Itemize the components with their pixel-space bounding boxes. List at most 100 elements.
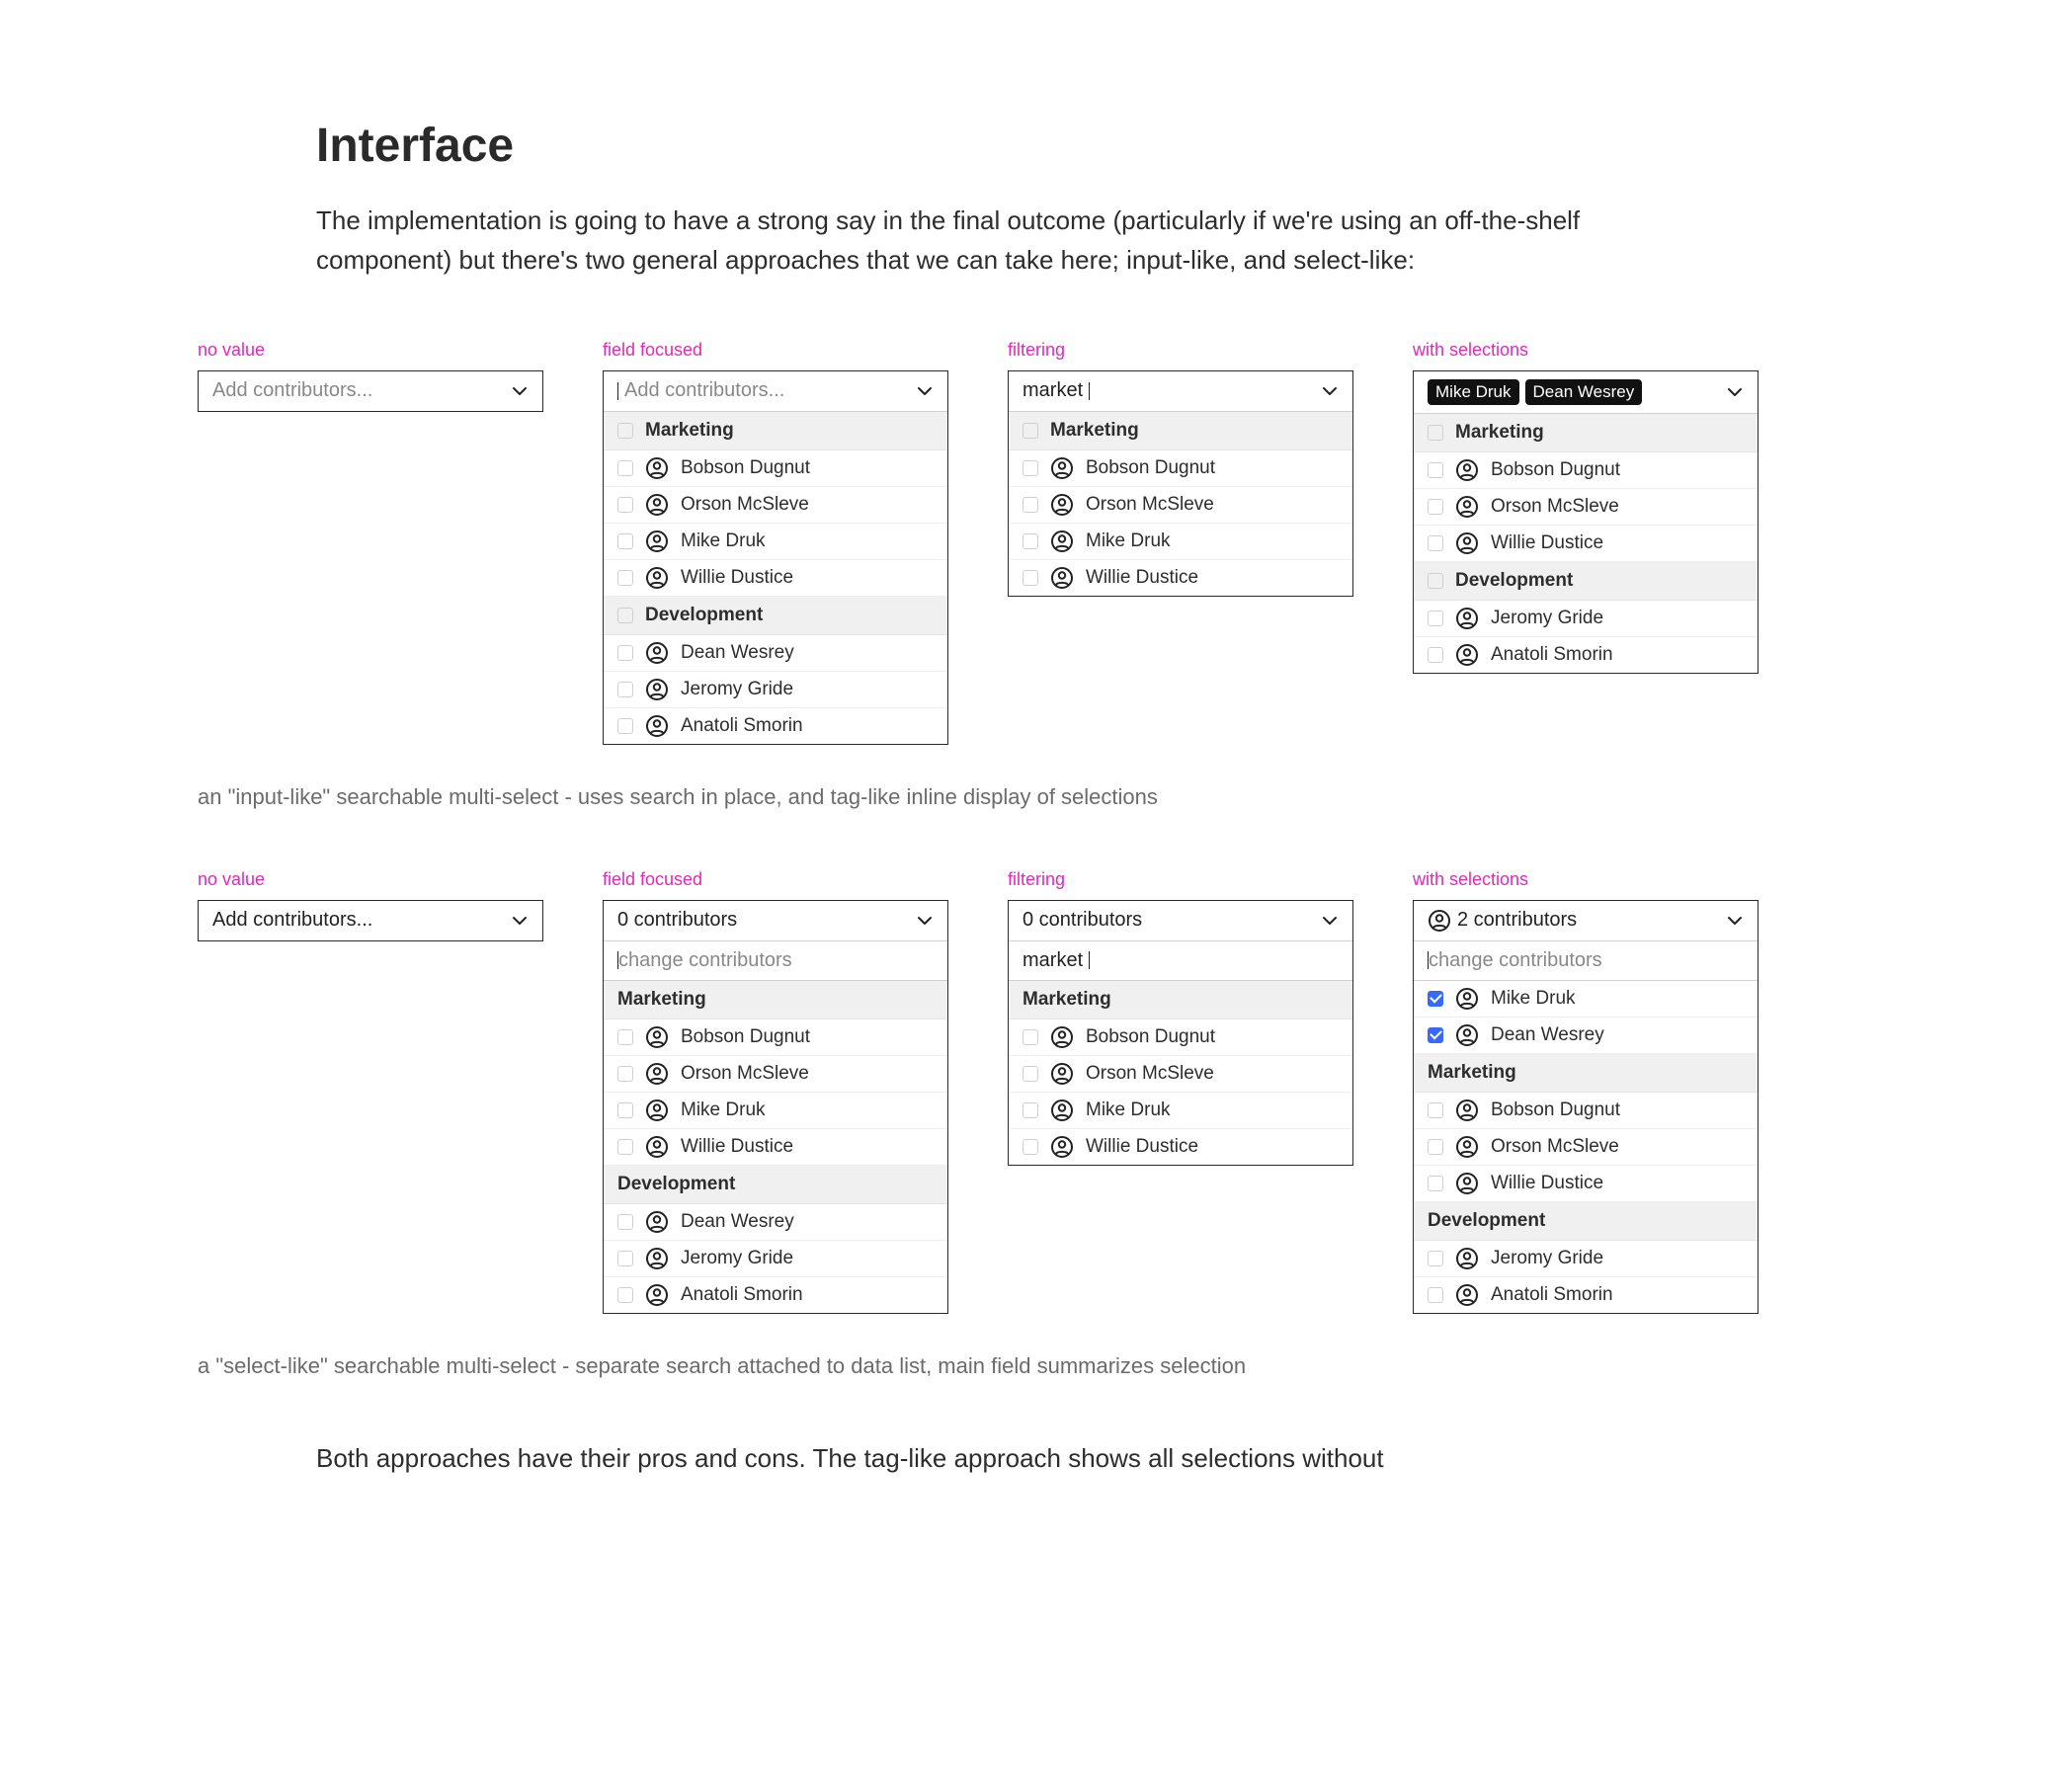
- search-input[interactable]: change contributors: [1414, 940, 1758, 980]
- checkbox[interactable]: [1428, 647, 1443, 663]
- state-label: no value: [198, 340, 543, 361]
- chevron-down-icon[interactable]: [1321, 382, 1339, 400]
- chevron-down-icon[interactable]: [1726, 383, 1744, 401]
- group-header-marketing[interactable]: Marketing: [1009, 412, 1352, 450]
- checkbox[interactable]: [617, 608, 633, 623]
- option[interactable]: Bobson Dugnut: [604, 450, 947, 487]
- option-selected[interactable]: Mike Druk: [1414, 981, 1758, 1018]
- option[interactable]: Anatoli Smorin: [604, 708, 947, 744]
- combo-input[interactable]: Mike Druk Dean Wesrey Marketing Bobson D…: [1413, 370, 1759, 674]
- combo-input[interactable]: market Marketing Bobson Dugnut Orson McS…: [1008, 370, 1353, 597]
- checkbox[interactable]: [1022, 533, 1038, 549]
- option[interactable]: Dean Wesrey: [604, 1204, 947, 1241]
- chevron-down-icon[interactable]: [1321, 912, 1339, 930]
- checkbox[interactable]: [1428, 611, 1443, 626]
- checkbox[interactable]: [1428, 1027, 1443, 1043]
- selection-tag[interactable]: Dean Wesrey: [1525, 379, 1643, 405]
- checkbox[interactable]: [1428, 573, 1443, 589]
- option[interactable]: Orson McSleve: [604, 1056, 947, 1093]
- checkbox[interactable]: [617, 1066, 633, 1082]
- group-header-marketing[interactable]: Marketing: [1414, 414, 1758, 452]
- chevron-down-icon[interactable]: [1726, 912, 1744, 930]
- checkbox[interactable]: [1428, 1102, 1443, 1118]
- chevron-down-icon[interactable]: [511, 382, 529, 400]
- checkbox[interactable]: [1022, 497, 1038, 513]
- option[interactable]: Orson McSleve: [1009, 1056, 1352, 1093]
- option[interactable]: Anatoli Smorin: [1414, 1277, 1758, 1313]
- checkbox[interactable]: [617, 1214, 633, 1230]
- checkbox[interactable]: [617, 1139, 633, 1155]
- option[interactable]: Dean Wesrey: [604, 635, 947, 672]
- option[interactable]: Mike Druk: [604, 1093, 947, 1129]
- checkbox[interactable]: [617, 1251, 633, 1266]
- checkbox[interactable]: [1428, 1139, 1443, 1155]
- checkbox[interactable]: [617, 1287, 633, 1303]
- option[interactable]: Mike Druk: [1009, 1093, 1352, 1129]
- checkbox[interactable]: [617, 1029, 633, 1045]
- checkbox[interactable]: [1022, 1029, 1038, 1045]
- option[interactable]: Jeromy Gride: [1414, 1241, 1758, 1277]
- combo-select[interactable]: 2 contributors change contributors Mike …: [1413, 900, 1759, 1314]
- option[interactable]: Bobson Dugnut: [1009, 450, 1352, 487]
- option[interactable]: Bobson Dugnut: [1414, 452, 1758, 489]
- option[interactable]: Orson McSleve: [1009, 487, 1352, 524]
- option[interactable]: Orson McSleve: [1414, 1129, 1758, 1166]
- option[interactable]: Bobson Dugnut: [604, 1019, 947, 1056]
- checkbox[interactable]: [617, 682, 633, 697]
- checkbox[interactable]: [1428, 425, 1443, 441]
- checkbox[interactable]: [1022, 460, 1038, 476]
- search-input[interactable]: change contributors: [604, 940, 947, 980]
- option[interactable]: Willie Dustice: [1414, 1166, 1758, 1202]
- checkbox[interactable]: [1428, 1287, 1443, 1303]
- checkbox[interactable]: [1022, 1139, 1038, 1155]
- checkbox[interactable]: [617, 497, 633, 513]
- checkbox[interactable]: [617, 533, 633, 549]
- checkbox[interactable]: [1428, 462, 1443, 478]
- checkbox[interactable]: [1022, 1102, 1038, 1118]
- option[interactable]: Jeromy Gride: [1414, 601, 1758, 637]
- checkbox[interactable]: [1022, 570, 1038, 586]
- chevron-down-icon[interactable]: [916, 912, 934, 930]
- option[interactable]: Orson McSleve: [1414, 489, 1758, 526]
- combo-input[interactable]: Add contributors... Marketing Bobson Dug…: [603, 370, 948, 745]
- option[interactable]: Anatoli Smorin: [1414, 637, 1758, 673]
- chevron-down-icon[interactable]: [916, 382, 934, 400]
- option[interactable]: Willie Dustice: [1009, 560, 1352, 596]
- search-input[interactable]: market: [1009, 940, 1352, 980]
- group-header-marketing[interactable]: Marketing: [604, 412, 947, 450]
- group-header-development[interactable]: Development: [604, 597, 947, 635]
- option[interactable]: Willie Dustice: [604, 1129, 947, 1166]
- option[interactable]: Jeromy Gride: [604, 1241, 947, 1277]
- checkbox[interactable]: [1428, 1176, 1443, 1191]
- checkbox[interactable]: [617, 460, 633, 476]
- chevron-down-icon[interactable]: [511, 912, 529, 930]
- checkbox[interactable]: [1022, 423, 1038, 439]
- checkbox[interactable]: [617, 1102, 633, 1118]
- checkbox[interactable]: [1428, 991, 1443, 1007]
- checkbox[interactable]: [1428, 535, 1443, 551]
- option[interactable]: Willie Dustice: [1009, 1129, 1352, 1165]
- option[interactable]: Anatoli Smorin: [604, 1277, 947, 1313]
- checkbox[interactable]: [617, 570, 633, 586]
- combo-select[interactable]: Add contributors...: [198, 900, 543, 941]
- checkbox[interactable]: [1428, 1251, 1443, 1266]
- option[interactable]: Bobson Dugnut: [1009, 1019, 1352, 1056]
- option[interactable]: Willie Dustice: [1414, 526, 1758, 562]
- option[interactable]: Bobson Dugnut: [1414, 1093, 1758, 1129]
- checkbox[interactable]: [1428, 499, 1443, 515]
- group-header-development[interactable]: Development: [1414, 562, 1758, 601]
- option[interactable]: Orson McSleve: [604, 487, 947, 524]
- option[interactable]: Willie Dustice: [604, 560, 947, 597]
- option[interactable]: Mike Druk: [604, 524, 947, 560]
- combo-input[interactable]: Add contributors...: [198, 370, 543, 412]
- option[interactable]: Jeromy Gride: [604, 672, 947, 708]
- checkbox[interactable]: [1022, 1066, 1038, 1082]
- selection-tag[interactable]: Mike Druk: [1428, 379, 1519, 405]
- checkbox[interactable]: [617, 423, 633, 439]
- combo-select[interactable]: 0 contributors market Marketing Bobson D…: [1008, 900, 1353, 1166]
- option-selected[interactable]: Dean Wesrey: [1414, 1018, 1758, 1054]
- checkbox[interactable]: [617, 645, 633, 661]
- combo-select[interactable]: 0 contributors change contributors Marke…: [603, 900, 948, 1314]
- checkbox[interactable]: [617, 718, 633, 734]
- option[interactable]: Mike Druk: [1009, 524, 1352, 560]
